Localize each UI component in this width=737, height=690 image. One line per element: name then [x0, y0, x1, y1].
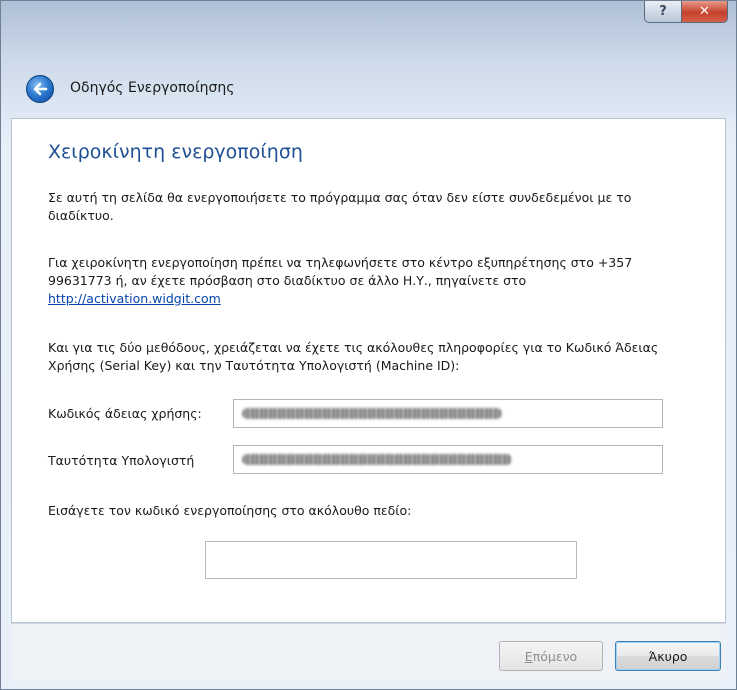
- cancel-button[interactable]: Άκυρο: [615, 641, 721, 671]
- serial-key-label: Κωδικός άδειας χρήσης:: [48, 406, 202, 421]
- caption-buttons: ? ✕: [644, 1, 728, 23]
- cancel-label: Άκυρο: [648, 648, 688, 664]
- intro-text: Σε αυτή τη σελίδα θα ενεργοποιήσετε το π…: [48, 190, 632, 223]
- back-button[interactable]: [26, 75, 54, 103]
- next-button[interactable]: Επόμενο: [499, 641, 603, 671]
- activation-wizard-window: ? ✕ Οδηγός Ενεργοποίησης Χειροκίνητη ενε…: [0, 0, 737, 690]
- back-arrow-icon: [33, 82, 48, 96]
- wizard-title: Οδηγός Ενεργοποίησης: [70, 80, 235, 96]
- activation-link[interactable]: http://activation.widgit.com: [48, 291, 221, 306]
- serial-key-field: [233, 399, 663, 428]
- page-heading: Χειροκίνητη ενεργοποίηση: [48, 141, 303, 163]
- machine-id-label: Ταυτότητα Υπολογιστή: [48, 453, 195, 468]
- next-label-accelerator: Ε: [524, 648, 533, 664]
- close-icon: ✕: [699, 4, 710, 19]
- next-label: πόμενο: [532, 648, 578, 664]
- help-icon: ?: [659, 4, 667, 19]
- help-button[interactable]: ?: [644, 1, 682, 23]
- code-prompt: Εισάγετε τον κωδικό ενεργοποίησης στο ακ…: [48, 503, 412, 518]
- machine-id-obscured-value: [242, 454, 512, 465]
- activation-code-input[interactable]: [205, 541, 577, 579]
- serial-key-obscured-value: [242, 408, 502, 419]
- methods-text: Και για τις δύο μεθόδους, χρειάζεται να …: [48, 340, 659, 373]
- close-button[interactable]: ✕: [682, 1, 728, 23]
- machine-id-field: [233, 445, 663, 474]
- phone-instructions: Για χειροκίνητη ενεργοποίηση πρέπει να τ…: [48, 254, 698, 308]
- phone-text: Για χειροκίνητη ενεργοποίηση πρέπει να τ…: [48, 255, 633, 288]
